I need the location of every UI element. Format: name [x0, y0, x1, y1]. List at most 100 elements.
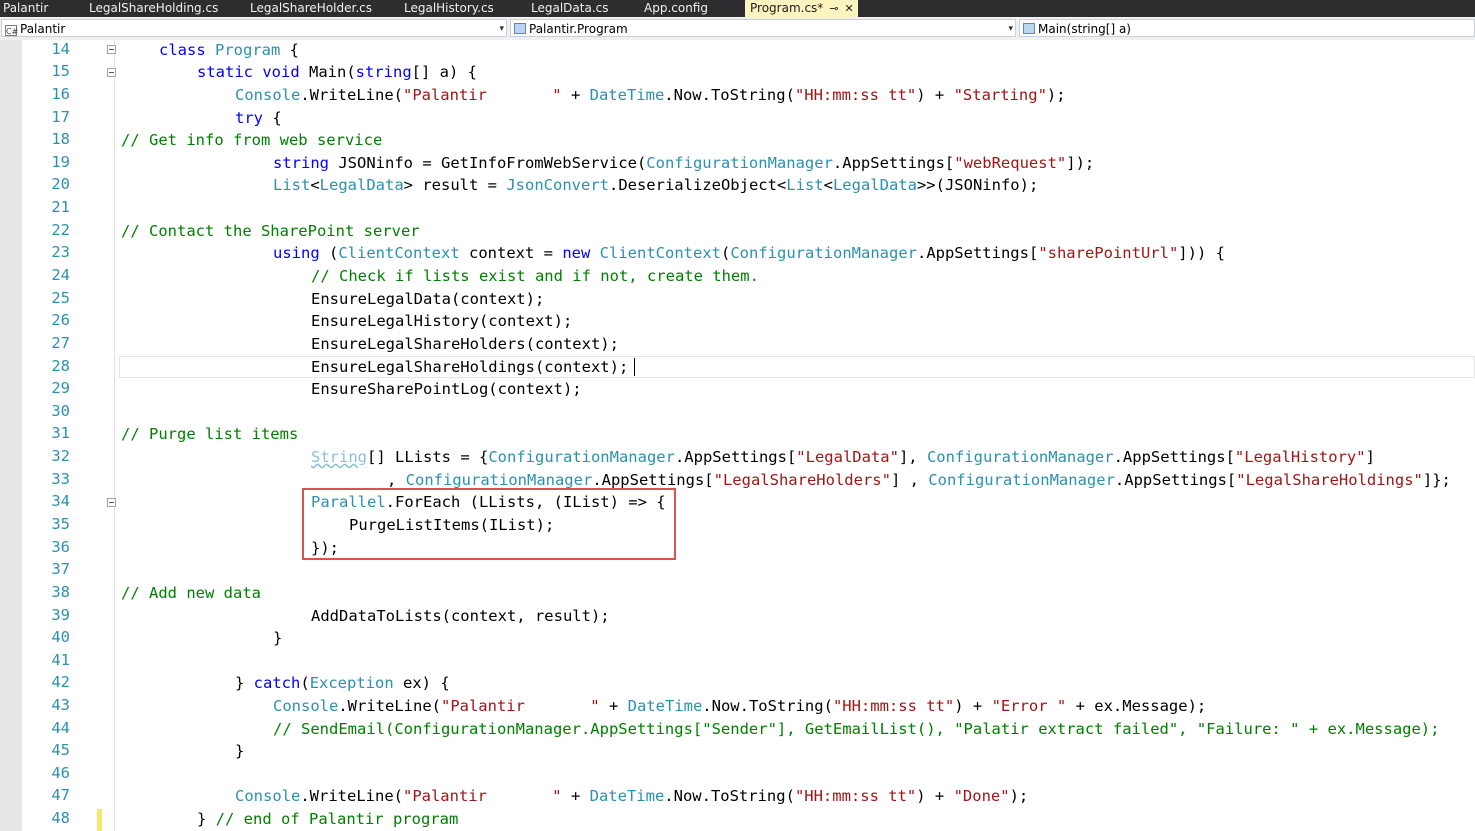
type-token: String [311, 448, 367, 466]
code-token: .AppSettings[ [916, 244, 1039, 262]
code-token: ); [1009, 787, 1029, 805]
code-token: JSONinfo = GetInfoFromWebService( [329, 154, 647, 172]
keyword-token: string [273, 154, 329, 172]
code-token: ) + [916, 787, 954, 805]
code-line[interactable]: static void Main(string[] a) { [197, 61, 477, 83]
line-number: 20 [51, 175, 70, 193]
code-line[interactable]: Console.WriteLine("Palantir " + DateTime… [235, 84, 1066, 106]
code-token: { [263, 109, 282, 127]
code-line[interactable]: using (ClientContext context = new Clien… [273, 242, 1225, 264]
code-line[interactable]: EnsureSharePointLog(context); [311, 378, 582, 400]
tab-legalshareholder[interactable]: LegalShareHolder.cs [250, 0, 372, 17]
line-number: 35 [51, 515, 70, 533]
tab-legalshareholding[interactable]: LegalShareHolding.cs [89, 0, 218, 17]
type-token: Console [273, 697, 339, 715]
indicator-margin[interactable] [0, 40, 22, 831]
tab-app-config[interactable]: App.config [644, 0, 708, 17]
string-token: "Error " [991, 697, 1067, 715]
pin-icon[interactable]: ⊸ [829, 2, 838, 15]
code-line[interactable]: EnsureLegalHistory(context); [311, 310, 572, 332]
code-line[interactable]: Console.WriteLine("Palantir " + DateTime… [273, 695, 1206, 717]
chevron-down-icon[interactable]: ▾ [499, 20, 504, 36]
gutter-separator [114, 40, 115, 831]
code-token: .AppSettings[ [1113, 448, 1235, 466]
string-token: "sharePointUrl" [1038, 244, 1179, 262]
code-token: + [599, 697, 628, 715]
code-line[interactable]: } // end of Palantir program [197, 808, 458, 830]
code-token: >>(JSONinfo); [916, 176, 1039, 194]
comment-line[interactable]: // Get info from web service [121, 129, 382, 151]
code-editor[interactable]: 14 15 16 17 18 19 20 21 22 23 24 25 26 2… [0, 40, 1475, 831]
code-line[interactable]: Console.WriteLine("Palantir " + DateTime… [235, 785, 1028, 807]
line-number: 26 [51, 311, 70, 329]
code-line[interactable]: try { [235, 107, 282, 129]
type-token: List [273, 176, 311, 194]
string-token: "HH:mm:ss tt" [832, 697, 955, 715]
comment-line[interactable]: // SendEmail(ConfigurationManager.AppSet… [273, 718, 1439, 740]
code-token: ]}; [1422, 471, 1451, 489]
code-token: [] LLists = { [367, 448, 489, 466]
member-name: Main(string[] a) [1038, 22, 1131, 36]
type-token: LegalData [832, 176, 917, 194]
code-token: .AppSettings[ [832, 154, 955, 172]
member-dropdown[interactable]: Main(string[] a) [1019, 19, 1475, 37]
tab-legalhistory[interactable]: LegalHistory.cs [404, 0, 494, 17]
code-line[interactable]: } [273, 627, 282, 649]
type-token: ClientContext [338, 244, 460, 262]
type-token: Console [235, 787, 301, 805]
keyword-token: new [562, 244, 591, 262]
collapse-icon[interactable] [107, 498, 116, 507]
type-token: Program [215, 41, 281, 59]
string-token: "Palantir " [440, 697, 600, 715]
project-name: Palantir [20, 22, 66, 36]
code-token: .AppSettings[ [1114, 471, 1237, 489]
code-token: .WriteLine( [300, 787, 403, 805]
string-token: "HH:mm:ss tt" [794, 787, 917, 805]
chevron-down-icon[interactable]: ▾ [1008, 20, 1013, 36]
type-token: List [786, 176, 824, 194]
code-line[interactable]: List<LegalData> result = JsonConvert.Des… [273, 174, 1038, 196]
code-token: Main [308, 63, 347, 81]
code-line[interactable]: EnsureLegalShareHoldings(context); [311, 356, 628, 378]
tab-palantir[interactable]: Palantir [3, 0, 48, 17]
code-token: + ex.Message); [1066, 697, 1207, 715]
text-caret [634, 358, 635, 376]
code-line[interactable]: EnsureLegalShareHolders(context); [311, 333, 619, 355]
collapse-icon[interactable] [107, 68, 116, 77]
code-token: .AppSettings[ [592, 471, 714, 489]
string-token: "HH:mm:ss tt" [794, 86, 917, 104]
tab-label: LegalShareHolder.cs [250, 1, 372, 15]
comment-line[interactable]: // Purge list items [121, 423, 298, 445]
tab-program-cs[interactable]: Program.cs* ⊸ ✕ [745, 0, 858, 17]
line-number: 30 [51, 402, 70, 420]
type-token: LegalData [319, 176, 404, 194]
comment-line[interactable]: // Add new data [121, 582, 261, 604]
code-line[interactable]: EnsureLegalData(context); [311, 288, 544, 310]
line-number: 28 [51, 357, 70, 375]
code-token: ]); [1066, 154, 1095, 172]
line-number: 41 [51, 651, 70, 669]
code-line[interactable]: } [235, 740, 244, 762]
close-icon[interactable]: ✕ [845, 2, 854, 15]
tab-legaldata[interactable]: LegalData.cs [531, 0, 608, 17]
comment-line[interactable]: // Check if lists exist and if not, crea… [311, 265, 759, 287]
collapse-icon[interactable] [107, 45, 116, 54]
code-line[interactable]: class Program { [159, 39, 299, 61]
code-line[interactable]: string JSONinfo = GetInfoFromWebService(… [273, 152, 1094, 174]
line-number: 18 [51, 130, 70, 148]
string-token: "webRequest" [954, 154, 1067, 172]
line-number: 23 [51, 243, 70, 261]
method-icon [1023, 23, 1035, 34]
code-token: .Now.ToString( [664, 86, 795, 104]
code-token: ] , [890, 471, 929, 489]
line-number: 17 [51, 108, 70, 126]
project-dropdown[interactable]: C# Palantir ▾ [1, 19, 507, 37]
code-line[interactable]: AddDataToLists(context, result); [311, 605, 610, 627]
class-dropdown[interactable]: Palantir.Program ▾ [510, 19, 1016, 37]
code-line[interactable]: } catch(Exception ex) { [235, 672, 450, 694]
code-line[interactable]: String[] LLists = { ConfigurationManager.… [311, 446, 1375, 468]
keyword-token: static void [197, 63, 309, 81]
comment-line[interactable]: // Contact the SharePoint server [121, 220, 420, 242]
type-token: ConfigurationManager [926, 448, 1114, 466]
